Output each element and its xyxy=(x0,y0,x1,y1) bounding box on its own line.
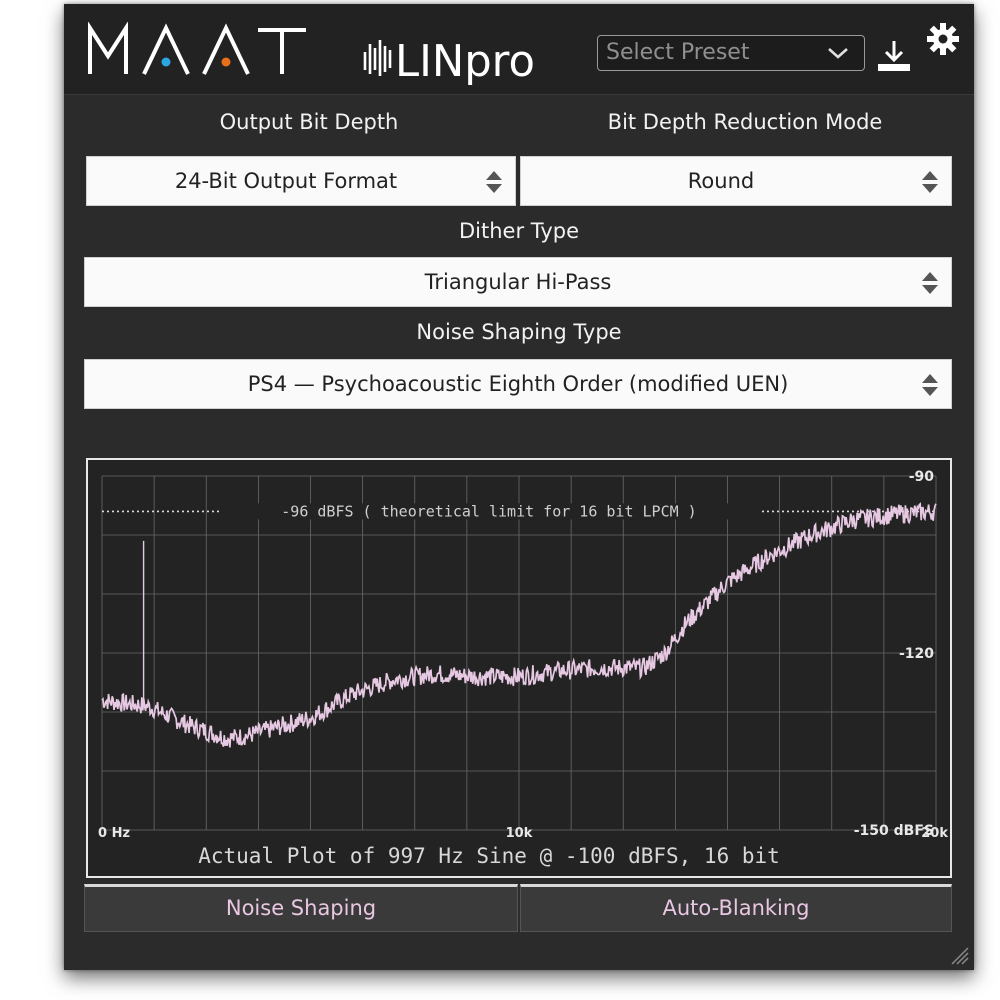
dither-type-label: Dither Type xyxy=(458,219,579,243)
output-bit-depth-value: 24-Bit Output Format xyxy=(174,169,398,193)
preset-select[interactable]: Select Preset xyxy=(597,35,865,71)
noise-shaping-type-value: PS4 — Psychoacoustic Eighth Order (modif… xyxy=(247,372,789,396)
noise-shaping-type-label: Noise Shaping Type xyxy=(416,320,622,344)
preset-placeholder: Select Preset xyxy=(606,40,750,65)
gear-icon[interactable] xyxy=(926,22,960,56)
linpro-logo: LINpro xyxy=(363,36,535,86)
output-bit-depth-select[interactable]: 24-Bit Output Format xyxy=(86,156,516,206)
noise-shaping-type-select[interactable]: PS4 — Psychoacoustic Eighth Order (modif… xyxy=(84,359,952,409)
auto-blanking-button[interactable]: Auto-Blanking xyxy=(520,884,952,932)
limit-label: -96 dBFS ( theoretical limit for 16 bit … xyxy=(281,502,696,520)
reduction-mode-label: Bit Depth Reduction Mode xyxy=(607,110,883,134)
dither-type-value: Triangular Hi-Pass xyxy=(424,270,612,294)
noise-spectrum-plot: -96 dBFS ( theoretical limit for 16 bit … xyxy=(86,458,952,878)
x-tick-label: 20k xyxy=(921,826,948,841)
plugin-header: LINpro Select Preset xyxy=(64,4,974,95)
updown-arrows-icon xyxy=(922,272,938,294)
spectrum-chart: -96 dBFS ( theoretical limit for 16 bit … xyxy=(98,469,948,868)
output-bit-depth-label: Output Bit Depth xyxy=(219,110,399,134)
plot-grid xyxy=(101,475,937,831)
x-tick-label: 0 Hz xyxy=(98,826,130,841)
product-name: LINpro xyxy=(395,36,535,86)
updown-arrows-icon xyxy=(486,171,502,193)
x-tick-label: 10k xyxy=(506,826,533,841)
download-icon[interactable] xyxy=(876,39,912,75)
noise-shaping-button[interactable]: Noise Shaping xyxy=(84,884,518,932)
maat-logo xyxy=(88,22,306,75)
y-tick-label: -120 xyxy=(899,646,934,662)
updown-arrows-icon xyxy=(922,171,938,193)
dither-type-select[interactable]: Triangular Hi-Pass xyxy=(84,257,952,307)
reduction-mode-value: Round xyxy=(687,169,755,193)
chevron-down-icon xyxy=(828,48,848,59)
linpro-plugin-window: LINpro Select Preset Output Bit Depth 24… xyxy=(64,4,974,970)
reduction-mode-select[interactable]: Round xyxy=(520,156,952,206)
updown-arrows-icon xyxy=(922,374,938,396)
plot-caption: Actual Plot of 997 Hz Sine @ -100 dBFS, … xyxy=(198,844,780,868)
resize-grip-icon[interactable] xyxy=(948,944,970,966)
y-tick-label: -90 xyxy=(909,469,935,485)
